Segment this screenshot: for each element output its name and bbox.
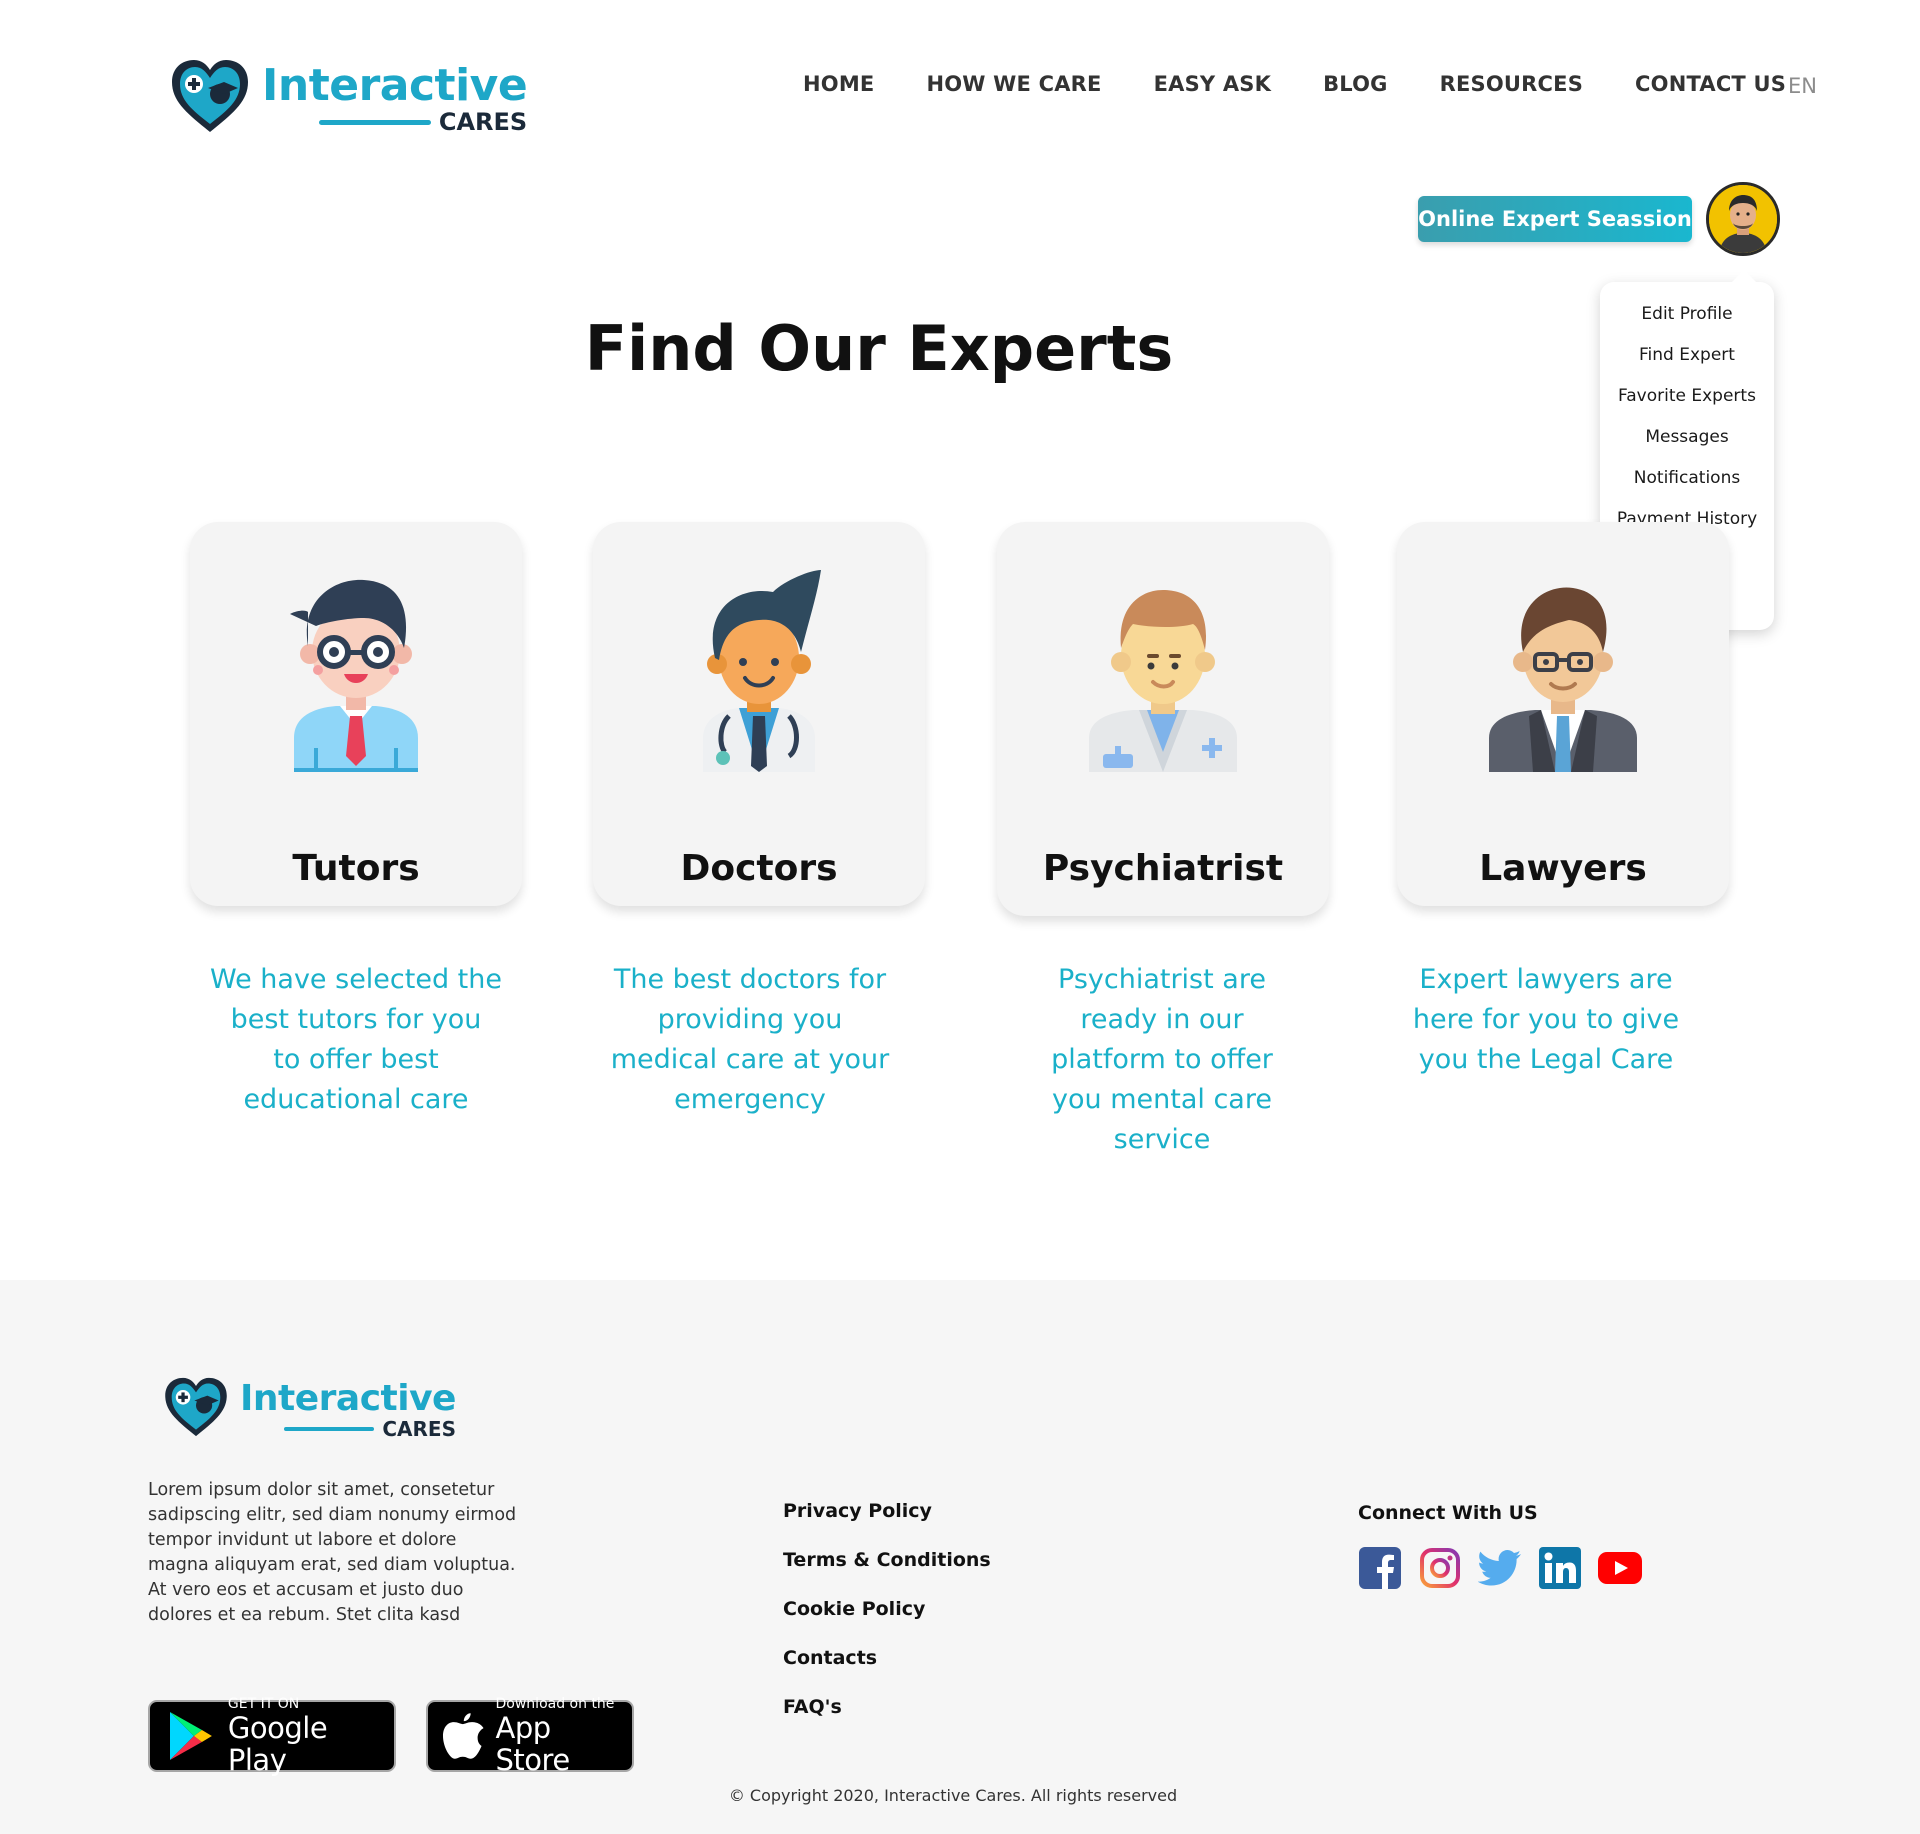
footer-link-terms-conditions[interactable]: Terms & Conditions <box>783 1545 991 1594</box>
desc-line: providing you <box>657 1004 843 1035</box>
logo-subtitle: CARES <box>438 108 528 136</box>
desc-line: The best doctors for <box>613 964 887 995</box>
footer-logo[interactable]: Interactive CARES <box>162 1376 456 1442</box>
apple-icon <box>442 1713 484 1759</box>
connect-title: Connect With US <box>1358 1502 1538 1524</box>
youtube-icon[interactable] <box>1598 1546 1642 1590</box>
instagram-icon[interactable] <box>1418 1546 1462 1590</box>
doctor-avatar-icon <box>689 566 829 780</box>
psychiatrist-avatar-icon <box>1083 566 1243 780</box>
card-description-tutors: We have selected the best tutors for you… <box>196 960 516 1120</box>
app-store-button[interactable]: Download on the App Store <box>426 1696 634 1776</box>
tutor-avatar-icon <box>286 566 426 780</box>
nav-home[interactable]: HOME <box>803 72 874 96</box>
google-play-icon <box>169 1712 212 1760</box>
main-nav: HOME HOW WE CARE EASY ASK BLOG RESOURCES… <box>803 72 1786 96</box>
footer-link-cookie-policy[interactable]: Cookie Policy <box>783 1594 991 1643</box>
logo-title: Interactive <box>240 1378 456 1419</box>
copyright-text: © Copyright 2020, Interactive Cares. All… <box>728 1786 1178 1805</box>
footer-links: Privacy Policy Terms & Conditions Cookie… <box>783 1496 991 1741</box>
google-play-button[interactable]: GET IT ON Google Play <box>148 1696 396 1776</box>
nav-blog[interactable]: BLOG <box>1323 72 1388 96</box>
card-description-lawyers: Expert lawyers are here for you to give … <box>1386 960 1706 1080</box>
online-expert-session-button[interactable]: Online Expert Seassion <box>1418 196 1692 242</box>
desc-line: Expert lawyers are <box>1419 964 1673 995</box>
footer-about-text: Lorem ipsum dolor sit amet, consetetur s… <box>148 1480 517 1625</box>
footer: Interactive CARES Lorem ipsum dolor sit … <box>0 1280 1920 1834</box>
logo-underline <box>284 1427 375 1431</box>
desc-line: We have selected the <box>209 964 502 995</box>
card-title-doctors: Doctors <box>680 848 838 889</box>
menu-notifications[interactable]: Notifications <box>1600 468 1774 488</box>
logo-title: Interactive <box>262 60 528 111</box>
card-title-lawyers: Lawyers <box>1479 848 1647 889</box>
page-title: Find Our Experts <box>0 312 1920 385</box>
copyright: © Copyright 2020, Interactive Cares. All… <box>0 1786 1920 1805</box>
lawyer-avatar-icon <box>1483 566 1643 780</box>
heart-logo-icon <box>168 58 252 138</box>
expert-card-doctors[interactable]: Doctors <box>593 522 925 906</box>
desc-line: Psychiatrist are <box>1058 964 1266 995</box>
nav-easy-ask[interactable]: EASY ASK <box>1154 72 1272 96</box>
social-links <box>1358 1546 1658 1590</box>
card-title-tutors: Tutors <box>292 848 420 889</box>
desc-line: to offer best <box>273 1044 439 1075</box>
desc-line: educational care <box>243 1084 469 1115</box>
expert-card-tutors[interactable]: Tutors <box>190 522 522 906</box>
footer-link-faqs[interactable]: FAQ's <box>783 1692 991 1741</box>
app-store-big-text: App Store <box>495 1711 571 1777</box>
desc-line: you mental care <box>1052 1084 1272 1115</box>
nav-contact-us[interactable]: CONTACT US <box>1635 72 1786 96</box>
desc-line: platform to offer <box>1051 1044 1273 1075</box>
footer-link-privacy-policy[interactable]: Privacy Policy <box>783 1496 991 1545</box>
desc-line: best tutors for you <box>230 1004 482 1035</box>
app-store-small-text: Download on the <box>495 1696 615 1712</box>
heart-logo-icon <box>162 1376 230 1442</box>
desc-line: medical care at your <box>610 1044 890 1075</box>
desc-line: here for you to give <box>1412 1004 1680 1035</box>
expert-card-lawyers[interactable]: Lawyers <box>1397 522 1729 906</box>
facebook-icon[interactable] <box>1358 1546 1402 1590</box>
menu-messages[interactable]: Messages <box>1600 427 1774 447</box>
desc-line: service <box>1113 1124 1211 1155</box>
twitter-icon[interactable] <box>1478 1546 1522 1590</box>
menu-favorite-experts[interactable]: Favorite Experts <box>1600 386 1774 406</box>
page-title-text: Find Our Experts <box>584 312 1174 385</box>
user-avatar[interactable] <box>1706 182 1780 256</box>
desc-line: emergency <box>674 1084 826 1115</box>
card-title-psychiatrist: Psychiatrist <box>1042 848 1284 889</box>
language-switcher[interactable]: EN <box>1788 74 1817 98</box>
expert-card-psychiatrist[interactable]: Psychiatrist <box>997 522 1329 916</box>
linkedin-icon[interactable] <box>1538 1546 1582 1590</box>
footer-link-contacts[interactable]: Contacts <box>783 1643 991 1692</box>
logo-underline <box>318 119 431 125</box>
google-play-big-text: Google Play <box>227 1711 328 1777</box>
desc-line: you the Legal Care <box>1418 1044 1674 1075</box>
desc-line: ready in our <box>1080 1004 1244 1035</box>
user-photo-icon <box>1709 185 1777 253</box>
google-play-small-text: GET IT ON <box>227 1696 300 1712</box>
nav-how-we-care[interactable]: HOW WE CARE <box>926 72 1101 96</box>
logo-subtitle: CARES <box>382 1417 456 1441</box>
nav-resources[interactable]: RESOURCES <box>1440 72 1583 96</box>
header-logo[interactable]: Interactive CARES <box>168 58 528 138</box>
card-description-psychiatrist: Psychiatrist are ready in our platform t… <box>1002 960 1322 1160</box>
card-description-doctors: The best doctors for providing you medic… <box>590 960 910 1120</box>
